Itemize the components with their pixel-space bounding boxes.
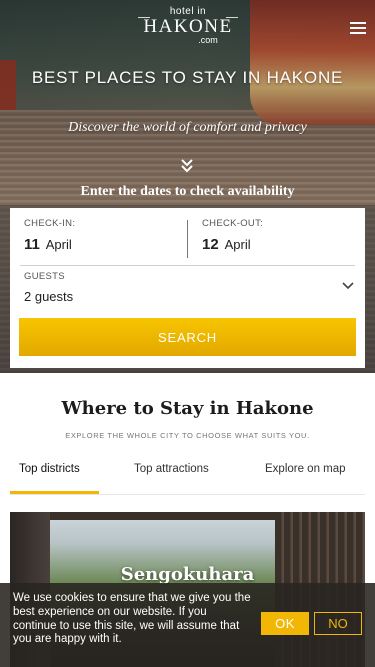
section-title: Where to Stay in Hakone xyxy=(61,398,314,419)
logo-big-text: HAKONE xyxy=(143,16,233,37)
date-divider xyxy=(187,220,188,258)
double-chevron-down-icon[interactable] xyxy=(180,158,194,174)
hamburger-icon[interactable] xyxy=(350,22,366,34)
checkin-label: CHECK-IN: xyxy=(24,218,76,229)
checkout-month: April xyxy=(224,237,251,252)
guests-select[interactable]: GUESTS 2 guests xyxy=(24,271,356,307)
dates-prompt: Enter the dates to check availability xyxy=(80,184,295,199)
guests-label: GUESTS xyxy=(24,271,65,282)
tab-explore-on-map[interactable]: Explore on map xyxy=(265,463,346,475)
hero-pirate-ship-image xyxy=(250,0,375,125)
booking-form: CHECK-IN: 11 April CHECK-OUT: 12 April G… xyxy=(10,208,365,368)
checkin-day: 11 xyxy=(24,236,40,253)
checkin-field[interactable]: CHECK-IN: 11 April xyxy=(24,218,184,264)
cookie-ok-button[interactable]: OK xyxy=(261,612,309,635)
section-subtitle: EXPLORE THE WHOLE CITY TO CHOOSE WHAT SU… xyxy=(65,431,310,440)
site-logo[interactable]: hotel in HAKONE .com xyxy=(138,6,238,45)
checkout-label: CHECK-OUT: xyxy=(202,218,264,229)
district-name: Sengokuhara xyxy=(120,564,255,585)
checkout-field[interactable]: CHECK-OUT: 12 April xyxy=(202,218,362,264)
logo-line-left xyxy=(138,17,150,18)
tabs-baseline xyxy=(10,494,365,495)
tab-top-attractions[interactable]: Top attractions xyxy=(134,463,209,475)
hero-title: BEST PLACES TO STAY IN HAKONE xyxy=(31,68,344,87)
checkout-value: 12 April xyxy=(202,236,362,253)
cookie-no-button[interactable]: NO xyxy=(314,612,362,635)
hero-banner: hotel in HAKONE .com BEST PLACES TO STAY… xyxy=(0,0,375,373)
tab-top-districts[interactable]: Top districts xyxy=(19,463,80,475)
logo-line-right xyxy=(226,17,238,18)
cookie-text: We use cookies to ensure that we give yo… xyxy=(13,592,251,646)
chevron-down-icon[interactable] xyxy=(342,282,354,290)
checkin-month: April xyxy=(45,237,72,252)
checkin-value: 11 April xyxy=(24,236,184,253)
hero-torii-gate-image xyxy=(0,60,16,110)
search-button[interactable]: SEARCH xyxy=(19,318,356,356)
checkout-day: 12 xyxy=(202,236,219,253)
form-divider xyxy=(20,265,355,266)
guests-value: 2 guests xyxy=(24,289,74,304)
cookie-banner: We use cookies to ensure that we give yo… xyxy=(0,583,375,667)
hero-subtitle: Discover the world of comfort and privac… xyxy=(68,120,307,135)
